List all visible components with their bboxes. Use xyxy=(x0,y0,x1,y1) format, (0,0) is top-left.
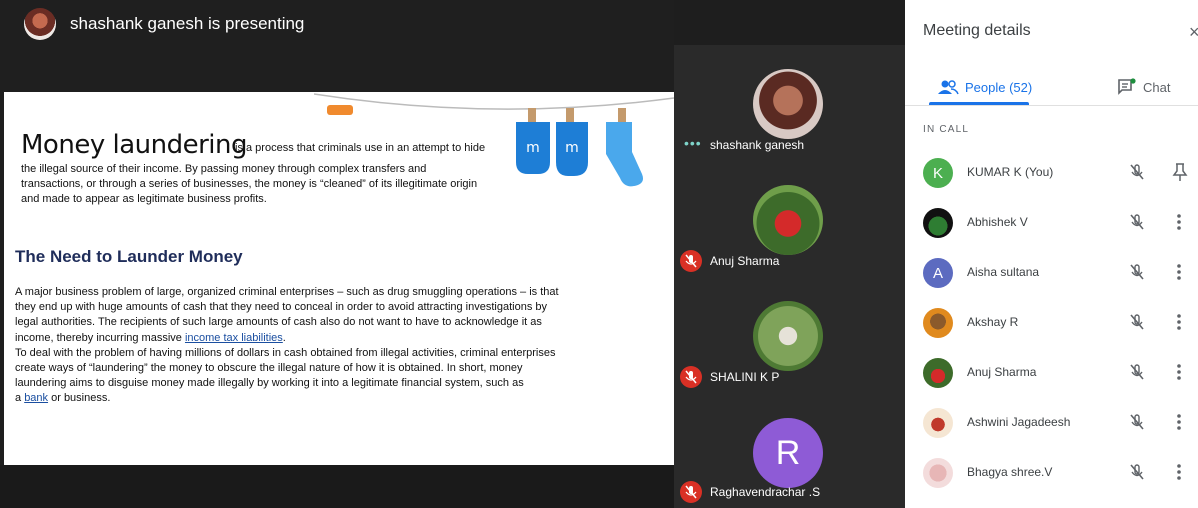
tile-name: SHALINI K P xyxy=(710,370,780,384)
avatar xyxy=(753,69,823,139)
intro-line: transactions, or through a series of bus… xyxy=(21,178,478,190)
body-line: legal authorities. The recipients of suc… xyxy=(15,316,542,329)
more-options-icon[interactable] xyxy=(1175,460,1183,484)
bank-link[interactable]: bank xyxy=(24,392,48,404)
stage-bottom-strip xyxy=(0,465,674,508)
chat-icon xyxy=(1118,78,1136,95)
body-line: create ways of “laundering” the money to… xyxy=(15,362,523,375)
list-item[interactable]: Ashwini Jagadeesh xyxy=(905,400,1198,446)
more-options-icon[interactable] xyxy=(1175,260,1183,284)
avatar: K xyxy=(923,158,953,188)
participant-name: Aisha sultana xyxy=(967,265,1040,279)
mic-off-icon xyxy=(1130,264,1144,280)
participant-tiles: ••• shashank ganesh Anuj Sharma SHALINI … xyxy=(674,45,905,508)
body-text: a xyxy=(15,392,25,405)
meet-window: shashank ganesh is presenting m m Money … xyxy=(0,0,1198,508)
mic-off-icon xyxy=(680,250,702,272)
presenter-title: shashank ganesh is presenting xyxy=(70,14,305,33)
tab-people-label: People (52) xyxy=(965,79,1033,95)
mic-off-icon xyxy=(680,481,702,503)
avatar xyxy=(923,208,953,238)
tile-name: Raghavendrachar .S xyxy=(710,485,821,499)
in-call-label: IN CALL xyxy=(923,124,970,135)
list-item[interactable]: Anuj Sharma xyxy=(905,350,1198,396)
participant-name: Akshay R xyxy=(967,315,1019,329)
body-line: they end up with huge amounts of cash th… xyxy=(15,301,548,314)
presenter-bar: shashank ganesh is presenting xyxy=(0,0,674,92)
body-text: . xyxy=(282,331,286,344)
participant-name: Anuj Sharma xyxy=(967,365,1037,379)
decor-tag xyxy=(327,105,353,115)
mic-off-icon xyxy=(680,366,702,388)
avatar xyxy=(753,185,823,255)
list-item[interactable]: A Aisha sultana xyxy=(905,250,1198,296)
body-line: a bank or business. xyxy=(15,391,600,406)
tab-people[interactable]: People (52) xyxy=(937,70,1032,104)
participant-name: Abhishek V xyxy=(967,215,1028,229)
avatar xyxy=(923,358,953,388)
presenter-avatar xyxy=(24,8,56,40)
body-text: or business. xyxy=(48,392,111,405)
close-icon[interactable]: × xyxy=(1189,22,1198,43)
meeting-details-panel: Meeting details × People (52) Chat IN CA… xyxy=(905,0,1198,508)
slide-heading: Money laundering xyxy=(21,130,247,160)
slide-intro: the illegal source of their income. By p… xyxy=(21,162,511,207)
avatar xyxy=(923,408,953,438)
list-item[interactable]: Abhishek V xyxy=(905,200,1198,246)
mic-off-icon xyxy=(1130,214,1144,230)
tile-name: shashank ganesh xyxy=(710,138,805,152)
people-icon xyxy=(938,80,959,95)
avatar xyxy=(923,458,953,488)
mic-off-icon xyxy=(1130,364,1144,380)
list-item[interactable]: K KUMAR K (You) xyxy=(905,150,1198,196)
list-item[interactable]: Bhagya shree.V xyxy=(905,450,1198,496)
body-line: To deal with the problem of having milli… xyxy=(15,346,556,359)
avatar xyxy=(753,301,823,371)
tab-chat-label: Chat xyxy=(1143,79,1171,95)
body-line: laundering aims to disguise money made i… xyxy=(15,377,524,390)
svg-text:m: m xyxy=(565,140,579,156)
panel-title: Meeting details xyxy=(923,22,1031,39)
speaking-icon: ••• xyxy=(684,135,702,151)
body-text: income, thereby incurring massive xyxy=(15,331,185,344)
more-options-icon[interactable] xyxy=(1175,360,1183,384)
divider xyxy=(905,105,1198,106)
avatar xyxy=(923,308,953,338)
more-options-icon[interactable] xyxy=(1175,210,1183,234)
participant-name: KUMAR K (You) xyxy=(967,165,1054,179)
shared-slide: m m Money laundering is a process that c… xyxy=(4,92,674,465)
tab-chat[interactable]: Chat xyxy=(1117,70,1170,104)
slide-body: A major business problem of large, organ… xyxy=(15,285,600,407)
avatar-initial: R xyxy=(775,433,801,472)
mic-off-icon xyxy=(1130,164,1144,180)
more-options-icon[interactable] xyxy=(1175,310,1183,334)
body-line: income, thereby incurring massive income… xyxy=(15,331,600,346)
more-options-icon[interactable] xyxy=(1175,410,1183,434)
intro-line: and made to appear as legitimate busines… xyxy=(21,193,267,205)
tile-name: Anuj Sharma xyxy=(710,254,780,268)
intro-line: the illegal source of their income. By p… xyxy=(21,163,427,175)
slide-subheading: The Need to Launder Money xyxy=(15,247,243,266)
participant-name: Ashwini Jagadeesh xyxy=(967,415,1071,429)
avatar: A xyxy=(923,258,953,288)
pin-icon[interactable] xyxy=(1171,162,1189,182)
slide-intro-tail: is a process that criminals use in an at… xyxy=(235,142,486,154)
list-item[interactable]: Akshay R xyxy=(905,300,1198,346)
avatar-initial: K xyxy=(932,164,943,182)
sock-icon: m m xyxy=(516,108,643,187)
svg-text:m: m xyxy=(526,140,540,156)
income-tax-link[interactable]: income tax liabilities xyxy=(185,332,283,344)
mic-off-icon xyxy=(1130,464,1144,480)
body-line: A major business problem of large, organ… xyxy=(15,286,559,298)
avatar-initial: A xyxy=(932,264,943,282)
avatar: R xyxy=(753,418,823,488)
mic-off-icon xyxy=(1130,414,1144,430)
mic-off-icon xyxy=(1130,314,1144,330)
participant-name: Bhagya shree.V xyxy=(967,465,1053,479)
